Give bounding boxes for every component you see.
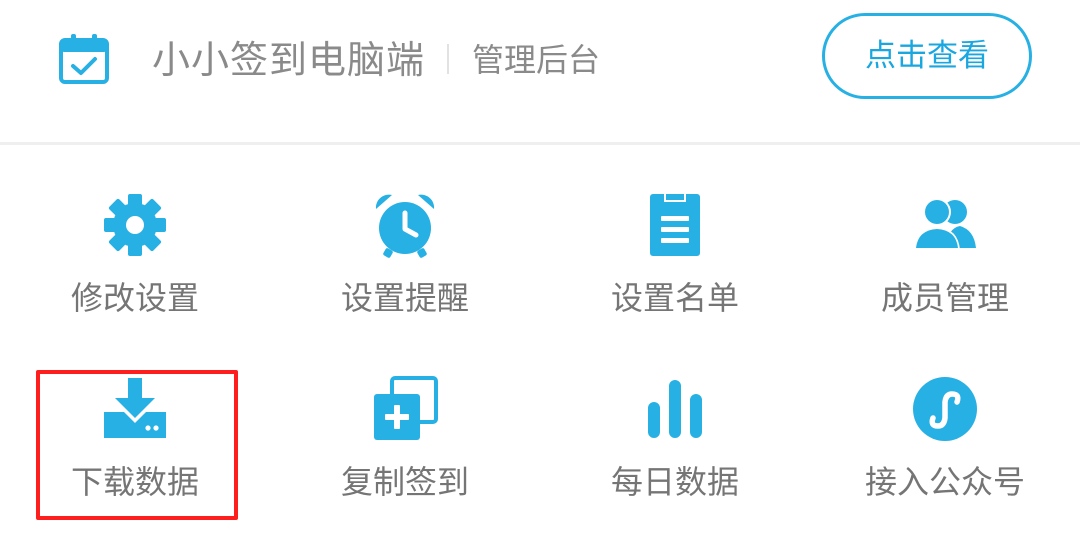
admin-panel: 小小签到电脑端 管理后台 点击查看 修改设置 设置提醒 设置名单 成员管理 下载…: [0, 0, 1080, 556]
grid-item-modify-settings[interactable]: 修改设置: [15, 192, 255, 342]
grid-item-label: 设置提醒: [340, 279, 469, 317]
calendar-check-icon: [58, 33, 110, 85]
grid-item-set-roster[interactable]: 设置名单: [555, 192, 795, 342]
grid-item-daily-data[interactable]: 每日数据: [555, 376, 795, 526]
header-bar: 小小签到电脑端 管理后台 点击查看: [0, 0, 1080, 142]
bar-chart-icon: [642, 376, 708, 442]
grid-item-label: 接入公众号: [864, 463, 1025, 501]
grid-item-set-reminder[interactable]: 设置提醒: [285, 192, 525, 342]
grid-item-label: 成员管理: [880, 279, 1009, 317]
grid-item-member-management[interactable]: 成员管理: [825, 192, 1065, 342]
header-divider: [0, 142, 1080, 145]
gear-icon: [102, 192, 168, 258]
grid-item-copy-checkin[interactable]: 复制签到: [285, 376, 525, 526]
grid-item-label: 复制签到: [340, 463, 469, 501]
app-subtitle: 管理后台: [472, 41, 601, 79]
link-icon: [912, 376, 978, 442]
grid-item-label: 下载数据: [70, 463, 199, 501]
grid-item-download-data[interactable]: 下载数据: [15, 376, 255, 526]
alarm-clock-icon: [372, 192, 438, 258]
grid-item-connect-official-account[interactable]: 接入公众号: [825, 376, 1065, 526]
view-button[interactable]: 点击查看: [822, 13, 1032, 99]
grid-item-label: 设置名单: [610, 279, 739, 317]
grid-item-label: 修改设置: [70, 279, 199, 317]
app-title: 小小签到电脑端: [152, 38, 426, 82]
clipboard-list-icon: [642, 192, 708, 258]
grid-item-label: 每日数据: [610, 463, 739, 501]
title-divider: [447, 44, 449, 74]
download-icon: [102, 376, 168, 442]
copy-add-icon: [372, 376, 438, 442]
members-icon: [912, 192, 978, 258]
